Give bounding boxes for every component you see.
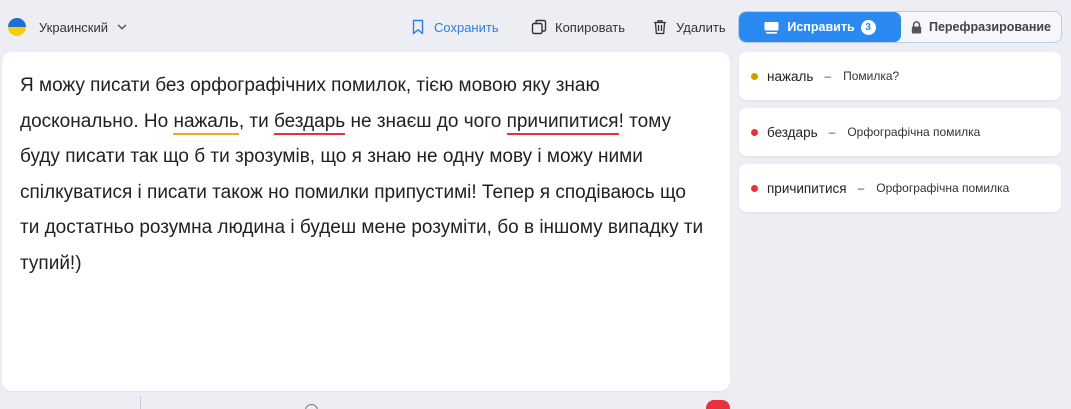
error-dot-icon	[751, 184, 758, 192]
suggestion-card[interactable]: бездарь – Орфографічна помилка	[739, 108, 1061, 156]
warning-dot-icon	[751, 72, 758, 80]
bookmark-icon	[412, 19, 424, 35]
suggestion-card[interactable]: нажаль – Помилка?	[739, 52, 1061, 100]
mode-switcher: Исправить 3 Перефразирование	[738, 11, 1062, 43]
highlighted-error[interactable]: нажаль	[173, 110, 239, 135]
highlighted-error[interactable]: причипитися	[506, 110, 619, 135]
error-count-badge: 3	[860, 19, 876, 35]
copy-button[interactable]: Копировать	[531, 17, 625, 37]
bottom-bar	[0, 391, 1071, 409]
tab-paraphrase-label: Перефразирование	[928, 20, 1052, 34]
suggestion-type: Орфографічна помилка	[876, 181, 1010, 195]
suggestion-card[interactable]: причипитися – Орфографічна помилка	[739, 164, 1061, 212]
top-toolbar: Украинский Сохранить Копировать Удалить …	[0, 0, 1071, 52]
delete-label: Удалить	[676, 19, 726, 35]
suggestion-word: причипитися	[767, 180, 847, 196]
copy-icon	[531, 19, 547, 35]
tab-fix[interactable]: Исправить 3	[739, 12, 901, 42]
tab-fix-label: Исправить	[787, 20, 855, 34]
notification-badge[interactable]	[706, 400, 730, 409]
ukraine-flag-icon	[8, 18, 26, 36]
suggestion-word: бездарь	[767, 124, 818, 140]
text-segment: не знаєш до чого	[345, 110, 507, 132]
save-button[interactable]: Сохранить	[410, 17, 499, 37]
divider	[140, 396, 141, 409]
chevron-down-icon	[117, 24, 127, 30]
editor-content[interactable]: Я можу писати без орфографічних помилок,…	[20, 68, 710, 281]
suggestion-word: нажаль	[767, 68, 814, 84]
text-editor[interactable]: Я можу писати без орфографічних помилок,…	[2, 52, 730, 391]
delete-button[interactable]: Удалить	[652, 17, 726, 37]
error-dot-icon	[751, 128, 758, 136]
separator: –	[824, 69, 832, 83]
language-selector[interactable]: Украинский	[8, 17, 127, 37]
copy-label: Копировать	[555, 19, 625, 35]
separator: –	[828, 125, 836, 139]
suggestion-type: Помилка?	[843, 69, 900, 83]
suggestion-type: Орфографічна помилка	[847, 125, 981, 139]
lock-icon	[911, 20, 922, 33]
separator: –	[857, 181, 865, 195]
trash-icon	[654, 20, 666, 35]
tab-paraphrase[interactable]: Перефразирование	[901, 12, 1061, 42]
text-segment: , ти	[238, 110, 274, 132]
language-label: Украинский	[39, 19, 108, 35]
highlighted-error[interactable]: бездарь	[273, 110, 346, 135]
save-label: Сохранить	[434, 19, 499, 35]
keyboard-icon	[764, 21, 779, 34]
